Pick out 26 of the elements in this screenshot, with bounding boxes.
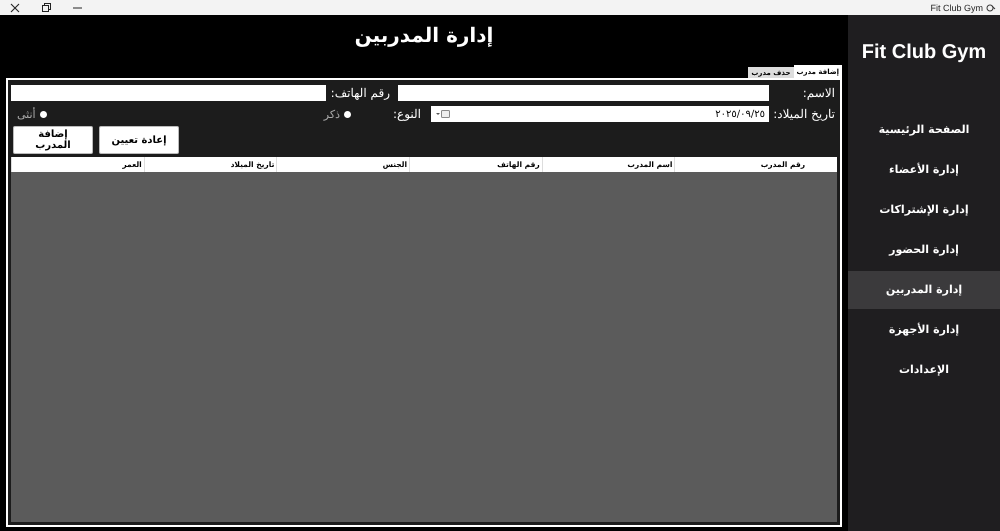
field-label: الاسم: [802,86,836,100]
field-label: النوع: [392,107,421,121]
nav-item[interactable]: الصفحة الرئيسية [848,111,1000,149]
nav-item[interactable]: إدارة الأجهزة [848,311,1000,349]
brand-title: Fit Club Gym [860,40,988,65]
date-value: ٢٠٢٥/٠٩/٢٥ [715,108,765,120]
restore-icon[interactable] [42,3,51,12]
form-button[interactable]: إضافة المدرب [13,126,93,154]
window-title: Fit Club Gym [930,2,983,12]
phone-field[interactable] [11,85,326,101]
page-title: إدارة المدربين [354,22,494,49]
nav-item[interactable]: الإعدادات [848,351,1000,389]
field-label: تاريخ الميلاد: [773,107,836,121]
nav-item[interactable]: إدارة الأعضاء [848,151,1000,189]
nav-item[interactable]: إدارة الحضور [848,231,1000,269]
date-picker[interactable]: ٢٠٢٥/٠٩/٢٥ [431,106,769,122]
calendar-dropdown-icon[interactable] [435,109,451,119]
nav-item[interactable]: إدارة الإشتراكات [848,191,1000,229]
nav-item[interactable]: إدارة المدربين [848,271,1000,309]
close-icon[interactable] [10,2,20,12]
form-button[interactable]: إعادة تعيين [99,126,179,154]
gender-radio[interactable]: أنثى [17,108,47,120]
gender-radio[interactable]: ذكر [324,108,351,120]
app-icon [986,2,996,12]
field-label: رقم الهاتف: [330,86,390,100]
name-field[interactable] [398,85,769,101]
